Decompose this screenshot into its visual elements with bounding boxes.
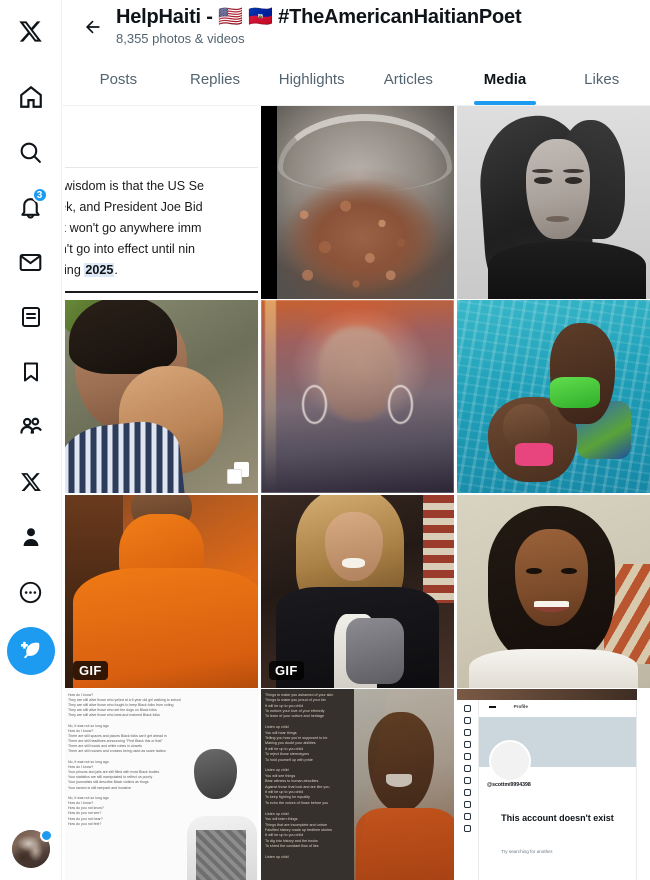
article-text: nal wisdom is that the US Se week, and P…	[65, 179, 204, 277]
tab-likes[interactable]: Likes	[553, 53, 650, 105]
tab-replies[interactable]: Replies	[167, 53, 264, 105]
media-count: 8,355 photos & videos	[116, 31, 245, 46]
media-cell-mother-child[interactable]	[65, 300, 258, 494]
account-error-title: This account doesn't exist	[501, 812, 614, 823]
multi-photo-icon	[227, 462, 249, 485]
hoop-earrings-video-thumbnail	[261, 300, 454, 494]
communities-icon[interactable]	[8, 404, 54, 450]
tab-articles[interactable]: Articles	[360, 53, 457, 105]
cooking-pot-thumbnail	[261, 106, 454, 299]
media-cell-orange-sweater-gif[interactable]: GIF	[65, 494, 258, 688]
main-column: HelpHaiti - 🇺🇸 🇭🇹 #TheAmericanHaitianPoe…	[62, 0, 650, 880]
poem-text: Things to make you ashamed of your skin …	[265, 692, 334, 859]
pool-photo	[457, 300, 650, 494]
mini-nav-label: Profile	[513, 703, 528, 709]
media-cell-poem-over-photo[interactable]: Things to make you ashamed of your skin …	[261, 688, 454, 880]
avatar[interactable]	[11, 829, 53, 868]
x-media-page: 3 HelpHaiti - 🇺🇸 🇭🇹 #TheAmericanHaitianP…	[0, 0, 650, 880]
media-grid: nal wisdom is that the US Se week, and P…	[62, 106, 650, 880]
bookmark-icon[interactable]	[8, 349, 54, 395]
poem-over-photo-image: Things to make you ashamed of your skin …	[261, 688, 454, 880]
mini-avatar	[488, 740, 531, 783]
profile-tabs: Posts Replies Highlights Articles Media …	[62, 53, 650, 106]
header-title-block: HelpHaiti - 🇺🇸 🇭🇹 #TheAmericanHaitianPoe…	[116, 4, 522, 47]
mini-sidebar	[457, 700, 479, 880]
profile-icon[interactable]	[8, 514, 54, 560]
back-arrow-icon[interactable]	[76, 10, 110, 44]
bell-icon[interactable]: 3	[8, 184, 54, 230]
bw-portrait-photo	[457, 106, 650, 299]
compose-feather-icon[interactable]	[6, 627, 55, 675]
highlight-2025: 2025	[84, 263, 115, 277]
media-cell-hoop-earrings-video[interactable]	[261, 300, 454, 494]
gif-badge: GIF	[269, 660, 304, 680]
page-title: HelpHaiti - 🇺🇸 🇭🇹 #TheAmericanHaitianPoe…	[116, 6, 522, 28]
gif-badge: GIF	[73, 660, 108, 680]
article-screenshot: nal wisdom is that the US Se week, and P…	[65, 106, 258, 299]
orange-sweater-gif-thumbnail	[65, 494, 258, 688]
left-nav-sidebar: 3	[0, 0, 62, 880]
media-cell-bw-portrait[interactable]	[457, 106, 650, 299]
girl-braids-photo	[457, 494, 650, 688]
media-cell-tiktok-article[interactable]: nal wisdom is that the US Se week, and P…	[65, 106, 258, 299]
x-logo-icon[interactable]	[8, 8, 54, 54]
notification-badge: 3	[31, 187, 48, 203]
boy-photo	[173, 747, 258, 880]
profile-header: HelpHaiti - 🇺🇸 🇭🇹 #TheAmericanHaitianPoe…	[62, 0, 650, 53]
media-cell-cooking-pot[interactable]	[261, 106, 454, 299]
tab-highlights[interactable]: Highlights	[263, 53, 360, 105]
avatar-unread-dot	[39, 829, 53, 842]
poem-document-image: How do I know? They are still alive thos…	[65, 688, 258, 880]
x-premium-icon[interactable]	[8, 459, 54, 505]
tab-media[interactable]: Media	[457, 53, 554, 105]
media-cell-laughing-woman-gif[interactable]: GIF	[261, 494, 454, 688]
account-error-subtitle: Try searching for another.	[501, 849, 554, 855]
search-icon[interactable]	[8, 129, 54, 175]
more-circle-icon[interactable]	[8, 569, 54, 615]
media-cell-poem-document[interactable]: How do I know? They are still alive thos…	[65, 688, 258, 880]
lists-icon[interactable]	[8, 294, 54, 340]
account-not-found-screenshot: Profile @scottmi9994398 This account doe…	[457, 688, 650, 880]
laughing-woman-gif-thumbnail	[261, 494, 454, 688]
media-cell-pool[interactable]	[457, 300, 650, 494]
home-icon[interactable]	[8, 74, 54, 120]
tab-posts[interactable]: Posts	[70, 53, 167, 105]
account-handle: @scottmi9994398	[487, 781, 531, 788]
media-cell-account-not-found[interactable]: Profile @scottmi9994398 This account doe…	[457, 688, 650, 880]
media-cell-girl-braids[interactable]	[457, 494, 650, 688]
mail-icon[interactable]	[8, 239, 54, 285]
